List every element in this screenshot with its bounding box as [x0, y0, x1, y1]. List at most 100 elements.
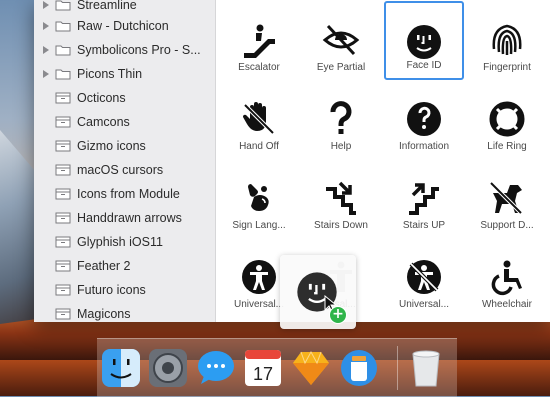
sidebar-item-label: Handdrawn arrows: [77, 211, 182, 225]
help-icon: [330, 101, 352, 134]
wheelchair-icon: [491, 260, 522, 296]
eye-partial-icon: [322, 24, 360, 56]
icon-cell-eye-partial[interactable]: Eye Partial: [301, 1, 381, 80]
icon-cell-label: Life Ring: [487, 141, 527, 152]
hand-off-icon: [242, 102, 275, 135]
icon-cell-label: Hand Off: [239, 141, 279, 152]
icon-cell-support-dog[interactable]: Support D...: [467, 159, 547, 238]
icon-cell-label: Information: [398, 141, 450, 152]
sidebar-item-label: Streamline: [77, 0, 137, 12]
trash-icon[interactable]: [406, 348, 446, 388]
icon-cell-stairs-down[interactable]: Stairs Down: [301, 159, 381, 238]
icon-cell-label: Eye Partial: [316, 62, 366, 73]
iconjar-icon[interactable]: [339, 348, 379, 388]
system-preferences-icon[interactable]: [148, 348, 188, 388]
sidebar-item-label: Camcons: [77, 115, 130, 129]
fingerprint-icon: [492, 24, 522, 55]
sidebar-item-picons-thin[interactable]: Picons Thin: [34, 62, 215, 86]
icon-cell-label: Universal...: [398, 299, 449, 310]
icon-cell-label: Help: [330, 141, 352, 152]
sidebar-item-futuro-icons[interactable]: Futuro icons: [34, 278, 215, 302]
face-id-icon: [407, 25, 441, 59]
sidebar-item-icons-from-module[interactable]: Icons from Module: [34, 182, 215, 206]
box-icon: [55, 212, 71, 224]
folder-icon: [55, 44, 71, 56]
disclosure-triangle-icon[interactable]: [43, 22, 49, 30]
calendar-date: 17: [253, 364, 273, 384]
sidebar-item-label: Feather 2: [77, 259, 131, 273]
disclosure-triangle-icon[interactable]: [43, 70, 49, 78]
sidebar-item-label: Glyphish iOS11: [77, 235, 163, 249]
sidebar-item-glyphish[interactable]: Glyphish iOS11: [34, 230, 215, 254]
folder-icon: [55, 20, 71, 32]
box-icon: [55, 116, 71, 128]
icon-cell-label: Wheelchair: [481, 299, 533, 310]
messages-icon[interactable]: [196, 348, 236, 388]
information-icon: [407, 102, 441, 136]
universal-off-icon: [407, 260, 441, 294]
calendar-icon[interactable]: 17: [243, 348, 283, 388]
sidebar-item-label: Icons from Module: [77, 187, 180, 201]
sidebar-item-label: Magicons: [77, 307, 131, 321]
life-ring-icon: [489, 101, 525, 137]
stairs-down-icon: [326, 181, 356, 215]
box-icon: [55, 140, 71, 152]
sidebar-item-symbolicons[interactable]: Symbolicons Pro - S...: [34, 38, 215, 62]
box-icon: [55, 308, 71, 320]
sidebar-item-feather-2[interactable]: Feather 2: [34, 254, 215, 278]
folder-icon: [55, 0, 71, 11]
universal-access-icon: [242, 260, 276, 294]
icon-cell-label: Fingerprint: [483, 62, 531, 73]
icon-cell-label: Stairs UP: [402, 220, 446, 231]
sidebar-item-label: Gizmo icons: [77, 139, 146, 153]
box-icon: [55, 236, 71, 248]
box-icon: [55, 92, 71, 104]
stairs-up-icon: [409, 183, 439, 215]
sidebar-item-raw-dutchicon[interactable]: Raw - Dutchicon: [34, 14, 215, 38]
sidebar-item-label: Raw - Dutchicon: [77, 19, 169, 33]
icon-cell-label: Face ID: [406, 60, 442, 71]
add-badge-icon: +: [329, 306, 347, 324]
box-icon: [55, 164, 71, 176]
icon-cell-label: Escalator: [238, 62, 280, 73]
dock-separator: [397, 346, 398, 390]
sidebar-item-octicons[interactable]: Octicons: [34, 86, 215, 110]
sidebar-item-handdrawn-arrows[interactable]: Handdrawn arrows: [34, 206, 215, 230]
finder-icon[interactable]: [101, 348, 141, 388]
sidebar-item-macos-cursors[interactable]: macOS cursors: [34, 158, 215, 182]
icon-cell-label: Support D...: [480, 220, 534, 231]
sidebar-item-camcons[interactable]: Camcons: [34, 110, 215, 134]
sidebar: Streamline Raw - Dutchicon Symbolicons P…: [34, 0, 216, 322]
sidebar-item-magicons[interactable]: Magicons: [34, 302, 215, 322]
box-icon: [55, 284, 71, 296]
disclosure-triangle-icon[interactable]: [43, 46, 49, 54]
icon-cell-label: Sign Lang...: [232, 220, 286, 231]
sign-language-icon: [248, 184, 269, 211]
icon-cell-face-id[interactable]: Face ID: [384, 1, 464, 80]
box-icon: [55, 188, 71, 200]
icon-cell-fingerprint[interactable]: Fingerprint: [467, 1, 547, 80]
icon-cell-stairs-up[interactable]: Stairs UP: [384, 159, 464, 238]
box-icon: [55, 260, 71, 272]
sidebar-item-label: macOS cursors: [77, 163, 164, 177]
icon-grid: Escalator Eye Partial Face ID Fingerprin…: [216, 0, 550, 322]
support-dog-icon: [489, 181, 523, 215]
sidebar-item-label: Octicons: [77, 91, 126, 105]
icon-cell-hand-off[interactable]: Hand Off: [219, 80, 299, 159]
folder-icon: [55, 68, 71, 80]
sidebar-item-label: Picons Thin: [77, 67, 143, 81]
icon-cell-help[interactable]: Help: [301, 80, 381, 159]
icon-cell-escalator[interactable]: Escalator: [219, 1, 299, 80]
sketch-icon[interactable]: [291, 348, 331, 388]
icon-cell-information[interactable]: Information: [384, 80, 464, 159]
escalator-icon: [244, 24, 275, 58]
disclosure-triangle-icon[interactable]: [43, 1, 49, 9]
icon-cell-label: Stairs Down: [314, 220, 368, 231]
icon-cell-sign-language[interactable]: Sign Lang...: [219, 159, 299, 238]
sidebar-item-label: Symbolicons Pro - S...: [77, 43, 201, 57]
sidebar-item-gizmo-icons[interactable]: Gizmo icons: [34, 134, 215, 158]
icon-cell-life-ring[interactable]: Life Ring: [467, 80, 547, 159]
icon-cell-universal-off[interactable]: Universal...: [384, 238, 464, 317]
icon-cell-wheelchair[interactable]: Wheelchair: [467, 238, 547, 317]
sidebar-item-label: Futuro icons: [77, 283, 146, 297]
